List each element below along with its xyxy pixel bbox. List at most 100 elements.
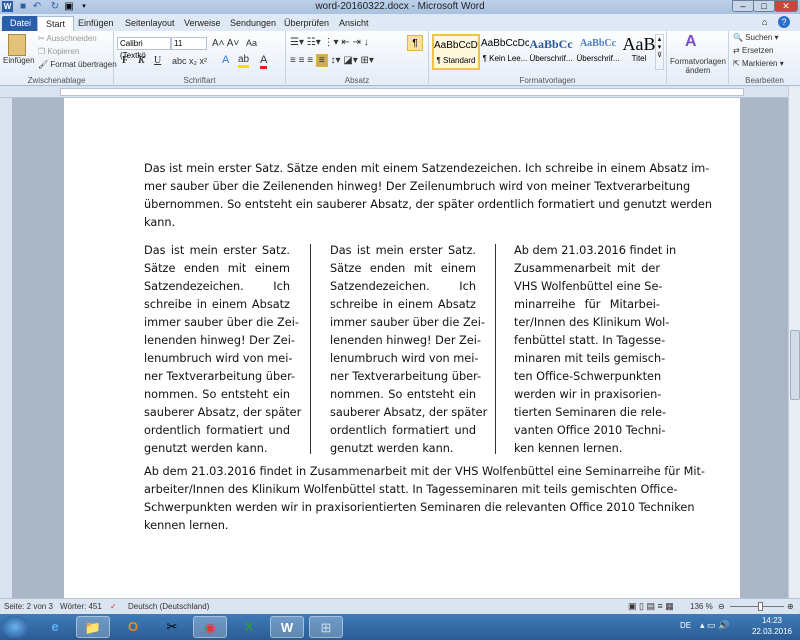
font-size-select[interactable]: 11	[171, 37, 207, 50]
view-buttons[interactable]: ▣ ▯ ▤ ≡ ▦	[628, 599, 674, 614]
group-label: Formatvorlagen	[519, 76, 576, 85]
copy-label: Kopieren	[47, 47, 80, 56]
ribbon: Einfügen ✂ Ausschneiden ❐ Kopieren 🖌 For…	[0, 31, 800, 86]
tab-verweise[interactable]: Verweise	[176, 16, 229, 31]
font-name-select[interactable]: Calibri (Textkö	[117, 37, 171, 60]
style-preview: AaBbCcDc	[434, 40, 478, 51]
text-line: Das ist mein erster Satz.	[330, 244, 476, 257]
text-line: Sätze enden mit einem	[330, 262, 476, 275]
replace-button[interactable]: ⇄ Ersetzen	[733, 46, 774, 55]
explorer-icon[interactable]: 📁	[76, 616, 110, 638]
font-group: Calibri (Textkö 11 A˄ A˅ Aa F K U abc x₂…	[114, 31, 286, 86]
style-preview: AaBbCc	[529, 37, 573, 51]
text-line: mer sauber über die Zeilenenden hinweg! …	[144, 180, 691, 193]
tray-icons[interactable]: ▴ ▭ 🔊	[700, 620, 729, 631]
style-name: ¶ Kein Lee...	[482, 54, 528, 63]
styles-scroll[interactable]: ▴ ▾ ⊽	[655, 34, 664, 70]
minimize-ribbon-icon[interactable]: ⌂	[762, 17, 767, 27]
show-formatting-button[interactable]: ¶	[407, 35, 423, 51]
text-effects-icon[interactable]: A	[222, 54, 229, 66]
italic-button[interactable]: K	[138, 55, 145, 66]
remote-desktop-icon[interactable]: ⊞	[309, 616, 343, 638]
scrollbar-thumb[interactable]	[790, 330, 800, 400]
proofing-icon[interactable]: ✓	[110, 599, 117, 614]
select-label: Markieren	[741, 59, 778, 68]
group-label: Zwischenablage	[27, 76, 86, 85]
paragraph-group: ☰▾ ☷▾ ⋮▾ ⇤ ⇥ ↓ ¶ ≡ ≡ ≡ ≡ ↕▾ ◪▾ ⊞▾ Absatz	[286, 31, 429, 86]
window-title: word-20160322.docx - Microsoft Word	[315, 1, 485, 12]
outlook-icon[interactable]: O	[116, 616, 150, 638]
text-line: arbeiter/Innen des Klinikum Wolfenbüttel…	[144, 483, 678, 496]
text-line: Satzendezeichen. Ich	[144, 280, 290, 293]
justify-button[interactable]: ≡	[315, 54, 328, 67]
close-button[interactable]: ✕	[774, 0, 798, 12]
zoom-slider-thumb[interactable]	[758, 602, 763, 611]
tab-datei[interactable]: Datei	[2, 16, 40, 31]
text-line: minaren mit teils gemisch-	[514, 352, 666, 365]
change-styles-button[interactable]: Formatvorlagen ändern	[667, 57, 729, 75]
zoom-in-button[interactable]: ⊕	[787, 599, 794, 614]
group-label: Schriftart	[183, 76, 216, 85]
select-button[interactable]: ⇱ Markieren ▾	[733, 59, 784, 68]
tab-ueberpruefen[interactable]: Überprüfen	[276, 16, 337, 31]
zoom-level[interactable]: 136 %	[690, 599, 713, 614]
text-line: ten Office-Schwerpunkten	[514, 370, 662, 383]
vertical-ruler[interactable]	[0, 98, 12, 598]
bold-button[interactable]: F	[122, 55, 128, 66]
language[interactable]: Deutsch (Deutschland)	[128, 599, 209, 614]
strikethrough-sub-superscript-icons[interactable]: abc x₂ x²	[172, 56, 207, 66]
help-icon[interactable]: ?	[778, 16, 790, 28]
tab-einfuegen[interactable]: Einfügen	[70, 16, 122, 31]
style-no-spacing[interactable]: AaBbCcDc ¶ Kein Lee...	[481, 34, 529, 70]
excel-icon[interactable]: X	[232, 616, 266, 638]
text-line: ordentlich formatiert und	[144, 424, 290, 437]
text-line: sauberer Absatz, der später	[144, 406, 302, 419]
underline-button[interactable]: U	[154, 55, 161, 66]
text-line: nommen. So entsteht ein	[330, 388, 476, 401]
start-button[interactable]	[2, 616, 28, 638]
snipping-tool-icon[interactable]: ✂	[155, 616, 189, 638]
horizontal-ruler[interactable]	[0, 86, 800, 98]
zoom-slider[interactable]	[730, 606, 784, 607]
text-line: lenenden hinweg! Der Zei-	[330, 334, 481, 347]
maximize-button[interactable]: □	[753, 0, 775, 12]
text-line: Das ist mein erster Satz. Sätze enden mi…	[144, 162, 710, 175]
word-icon[interactable]: W	[270, 616, 304, 638]
text-line: Ab dem 21.03.2016 findet in Zusammenarbe…	[144, 465, 706, 478]
internet-explorer-icon[interactable]: e	[38, 616, 72, 638]
text-line: Satzendezeichen. Ich	[330, 280, 476, 293]
tab-start[interactable]: Start	[37, 16, 75, 31]
text-line: lenumbruch wird von mei-	[330, 352, 479, 365]
style-standard[interactable]: AaBbCcDc ¶ Standard	[432, 34, 480, 70]
highlight-icon[interactable]: ab	[238, 54, 250, 68]
font-color-icon[interactable]: A	[260, 54, 268, 69]
word-count[interactable]: Wörter: 451	[60, 599, 102, 614]
zoom-out-button[interactable]: ⊖	[718, 599, 725, 614]
input-language[interactable]: DE	[680, 621, 691, 630]
change-case-button[interactable]: Aa	[246, 38, 257, 48]
find-button[interactable]: 🔍 Suchen ▾	[733, 33, 779, 42]
tab-ansicht[interactable]: Ansicht	[331, 16, 377, 31]
format-painter-button[interactable]: 🖌 Format übertragen	[38, 60, 117, 69]
page-count[interactable]: Seite: 2 von 3	[4, 599, 53, 614]
paste-button[interactable]: Einfügen	[3, 56, 35, 65]
document-page[interactable]: Das ist mein erster Satz. Sätze enden mi…	[64, 98, 740, 598]
change-styles-icon: A	[685, 33, 697, 50]
text-line: VHS Wolfenbüttel eine Se-	[514, 280, 663, 293]
clock-date[interactable]: 22.03.2016	[748, 627, 796, 636]
tab-seitenlayout[interactable]: Seitenlayout	[117, 16, 183, 31]
copy-button[interactable]: ❐ Kopieren	[38, 47, 79, 56]
grow-font-icon[interactable]: A˄ A˅	[212, 38, 239, 49]
chrome-icon[interactable]: ◉	[193, 616, 227, 638]
list-icons[interactable]: ☰▾ ☷▾ ⋮▾ ⇤ ⇥ ↓	[290, 37, 369, 48]
vertical-scrollbar[interactable]	[788, 86, 800, 598]
align-icons[interactable]: ≡ ≡ ≡ ≡ ↕▾ ◪▾ ⊞▾	[290, 54, 374, 67]
text-line: genutzt werden kann.	[144, 442, 268, 455]
tab-sendungen[interactable]: Sendungen	[222, 16, 284, 31]
text-line: tierten Seminaren die rele-	[514, 406, 667, 419]
minimize-button[interactable]: –	[732, 0, 754, 12]
cut-button[interactable]: ✂ Ausschneiden	[38, 34, 97, 43]
style-heading1[interactable]: AaBbCc Überschrif...	[527, 34, 575, 70]
text-line: schreibe in einem Absatz	[144, 298, 290, 311]
clock-time[interactable]: 14:23	[752, 616, 792, 625]
